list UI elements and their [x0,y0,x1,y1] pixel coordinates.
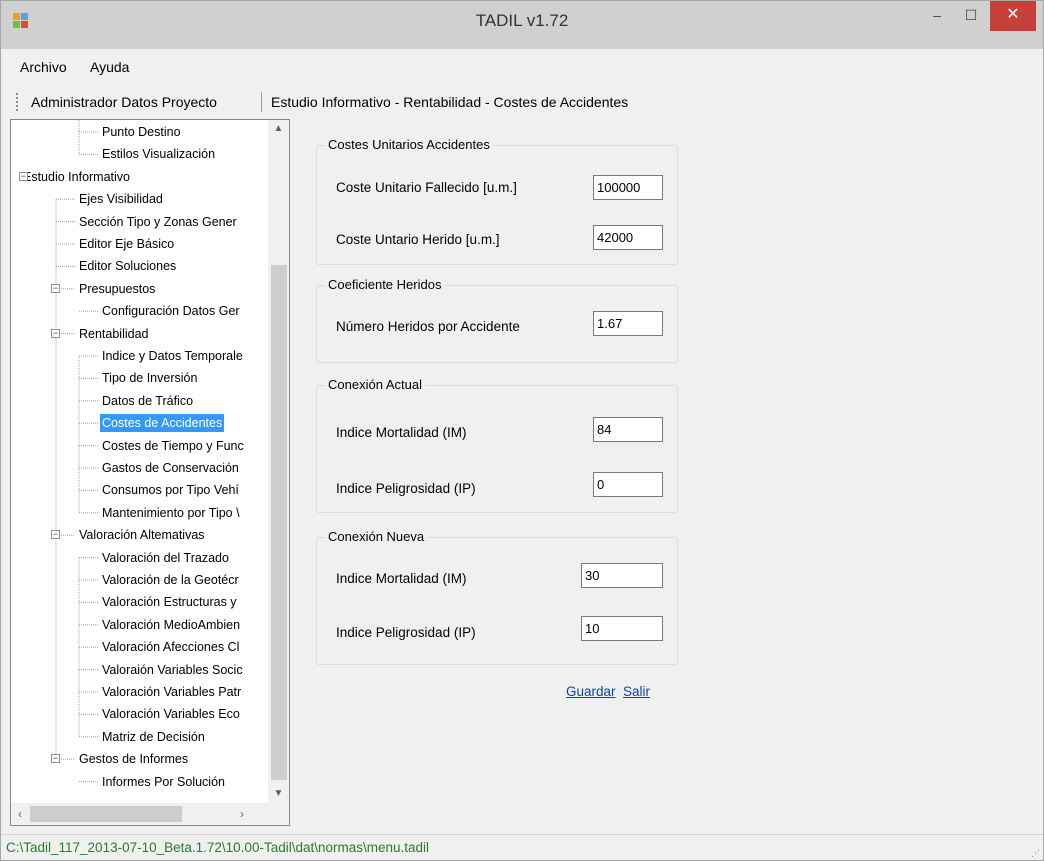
tree-node[interactable]: Indice y Datos Temporale [100,347,245,365]
scroll-down-arrow-icon[interactable]: ▼ [268,785,289,803]
tree-node[interactable]: Gestos de Informes [77,750,190,768]
status-file-path: C:\Tadil_117_2013-07-10_Beta.1.72\10.00-… [6,840,430,855]
tree-node[interactable]: Estudio Informativo [21,168,132,186]
heridos-por-accidente-input[interactable] [593,311,663,336]
navigation-tree[interactable]: Punto Destino Estilos Visualización Estudi… [10,119,290,826]
coste-fallecido-input[interactable] [593,175,663,200]
tree-collapse-icon[interactable]: − [51,754,60,764]
tree-node[interactable]: Mantenimiento por Tipo \ [100,504,242,522]
tree-node[interactable]: Datos de Tráfico [100,392,195,410]
group-conexion-actual-title: Conexión Actual [325,377,425,392]
breadcrumb-current-section: Estudio Informativo - Rentabilidad - Cos… [271,94,629,110]
tree-node[interactable]: Valoración Altemativas [77,526,207,544]
tree-collapse-icon[interactable]: − [51,530,60,540]
actual-indice-mortalidad-label: Indice Mortalidad (IM) [336,425,467,440]
coste-herido-input[interactable] [593,225,663,250]
resize-grip-icon[interactable]: ⋰ [1031,848,1041,858]
horizontal-scroll-thumb[interactable] [30,806,182,822]
minimize-button[interactable]: – [920,1,954,31]
tree-viewport: Punto Destino Estilos Visualización Estudi… [11,120,268,803]
menu-archivo[interactable]: Archivo [20,59,67,75]
tree-horizontal-scrollbar[interactable]: ‹ › [11,803,268,825]
window-title: TADIL v1.72 [475,11,569,30]
tree-node[interactable]: Costes de Tiempo y Func [100,437,246,455]
nueva-indice-peligrosidad-label: Indice Peligrosidad (IP) [336,625,476,640]
menu-bar: Archivo Ayuda [1,49,1043,83]
vertical-scroll-thumb[interactable] [271,265,287,780]
tree-node[interactable]: Configuración Datos Ger [100,302,242,320]
group-coeficiente-heridos-title: Coeficiente Heridos [325,277,445,292]
tree-node[interactable]: Estilos Visualización [100,145,217,163]
tree-node[interactable]: Matriz de Decisión [100,728,207,746]
tree-node[interactable]: Valoración MedioAmbien [100,616,242,634]
tree-node[interactable]: Editor Soluciones [77,257,178,275]
actual-indice-peligrosidad-input[interactable] [593,472,663,497]
title-bar[interactable]: TADIL v1.72 – ☐ ✕ [1,1,1043,49]
breadcrumb-project-admin[interactable]: Administrador Datos Proyecto [31,94,217,110]
actual-indice-peligrosidad-label: Indice Peligrosidad (IP) [336,481,476,496]
scrollbar-corner [268,803,289,825]
tree-node[interactable]: Ejes Visibilidad [77,190,165,208]
tree-node[interactable]: Valoración del Trazado [100,549,231,567]
scroll-up-arrow-icon[interactable]: ▲ [268,120,289,138]
salir-link[interactable]: Salir [623,684,650,699]
scroll-left-arrow-icon[interactable]: ‹ [11,803,29,825]
tree-node[interactable]: Valoración de la Geotécr [100,571,241,589]
tree-node[interactable]: Valoraión Variables Socic [100,661,245,679]
nueva-indice-mortalidad-label: Indice Mortalidad (IM) [336,571,467,586]
tree-node[interactable]: Presupuestos [77,280,157,298]
toolbar-grip[interactable] [16,93,18,111]
scroll-right-arrow-icon[interactable]: › [233,803,251,825]
actual-indice-mortalidad-input[interactable] [593,417,663,442]
tree-node[interactable]: Valoración Estructuras y [100,593,239,611]
group-coeficiente-heridos: Coeficiente Heridos Número Heridos por A… [316,277,678,363]
guardar-link[interactable]: Guardar [566,684,616,699]
tree-node[interactable]: Punto Destino [100,123,183,141]
group-conexion-actual: Conexión Actual Indice Mortalidad (IM) I… [316,377,678,513]
maximize-button[interactable]: ☐ [954,1,988,31]
app-window: TADIL v1.72 – ☐ ✕ Archivo Ayuda Administ… [0,0,1044,861]
tree-node[interactable]: Editor Eje Básico [77,235,176,253]
tree-collapse-icon[interactable]: − [51,283,60,293]
group-costes-unitarios-title: Costes Unitarios Accidentes [325,137,493,152]
coste-herido-label: Coste Untario Herido [u.m.] [336,232,500,247]
tree-node[interactable]: Valoración Variables Eco [100,705,242,723]
tree-node[interactable]: Valoración Variables Patr [100,683,243,701]
tree-node[interactable]: Rentabilidad [77,325,151,343]
group-conexion-nueva: Conexión Nueva Indice Mortalidad (IM) In… [316,529,678,665]
coste-fallecido-label: Coste Unitario Fallecido [u.m.] [336,180,517,195]
tree-node[interactable]: Informes Por Solución [100,773,227,791]
nueva-indice-peligrosidad-input[interactable] [581,616,663,641]
tree-node[interactable]: Gastos de Conservación [100,459,241,477]
breadcrumb: Administrador Datos Proyecto Estudio Inf… [1,85,1043,117]
tree-vertical-scrollbar[interactable]: ▲ ▼ [268,120,289,803]
tree-collapse-icon[interactable]: − [19,171,28,181]
status-bar: C:\Tadil_117_2013-07-10_Beta.1.72\10.00-… [1,834,1043,860]
tree-node[interactable]: Sección Tipo y Zonas Gener [77,213,239,231]
tree-collapse-icon[interactable]: − [51,328,60,338]
tree-node[interactable]: Consumos por Tipo Vehí [100,481,241,499]
tree-node[interactable]: Valoración Afecciones Cl [100,638,241,656]
heridos-por-accidente-label: Número Heridos por Accidente [336,319,520,334]
menu-ayuda[interactable]: Ayuda [90,59,129,75]
close-button[interactable]: ✕ [990,1,1036,31]
breadcrumb-separator [261,92,262,112]
nueva-indice-mortalidad-input[interactable] [581,563,663,588]
group-conexion-nueva-title: Conexión Nueva [325,529,428,544]
tree-node[interactable]: Tipo de Inversión [100,369,199,387]
tree-node-selected[interactable]: Costes de Accidentes [100,414,225,433]
group-costes-unitarios: Costes Unitarios Accidentes Coste Unitar… [316,137,678,265]
